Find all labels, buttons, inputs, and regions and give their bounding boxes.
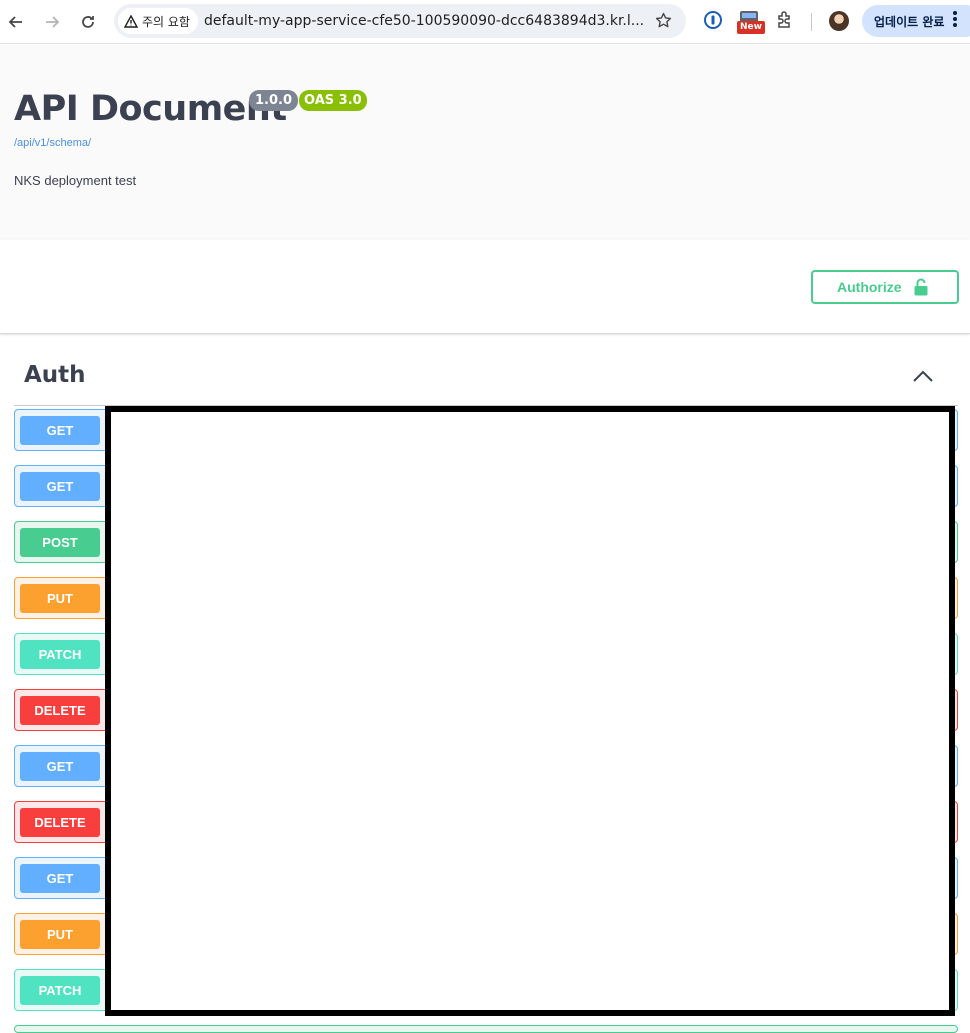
browser-menu-icon[interactable]: [953, 11, 957, 29]
profile-avatar[interactable]: [829, 11, 849, 31]
address-bar[interactable]: 주의 요함 default-my-app-service-cfe50-10059…: [114, 4, 686, 38]
method-badge: GET: [20, 864, 100, 893]
authorize-button[interactable]: Authorize: [811, 270, 959, 304]
oas-badge: OAS 3.0: [299, 90, 367, 111]
update-button-label: 업데이트 완료: [874, 14, 945, 29]
api-description: NKS deployment test: [14, 173, 137, 188]
scheme-container: Authorize: [0, 240, 970, 334]
method-badge: PUT: [20, 584, 100, 613]
method-badge: POST: [20, 528, 100, 557]
method-badge: GET: [20, 472, 100, 501]
schema-link[interactable]: /api/v1/schema/: [14, 137, 91, 149]
method-badge: GET: [20, 752, 100, 781]
extensions-puzzle-icon[interactable]: [776, 10, 795, 33]
security-chip-label: 주의 요함: [142, 14, 190, 29]
version-badge: 1.0.0: [249, 90, 299, 111]
redaction-box: [105, 406, 955, 1016]
bookmark-star-icon[interactable]: [655, 12, 672, 33]
reload-icon: [82, 16, 94, 28]
url-text[interactable]: default-my-app-service-cfe50-100590090-d…: [204, 13, 644, 29]
toolbar-separator: [811, 13, 812, 31]
method-badge: DELETE: [20, 808, 100, 837]
forward-button[interactable]: [38, 8, 66, 36]
browser-toolbar: 주의 요함 default-my-app-service-cfe50-10059…: [0, 0, 970, 44]
security-chip[interactable]: 주의 요함: [118, 8, 198, 34]
reload-button[interactable]: [74, 8, 102, 36]
method-badge: GET: [20, 416, 100, 445]
arrow-right-icon: [46, 16, 60, 28]
arrow-left-icon: [8, 16, 22, 28]
password-manager-icon[interactable]: [703, 10, 723, 34]
operation-row[interactable]: [14, 1025, 958, 1033]
method-badge: PUT: [20, 920, 100, 949]
authorize-button-label: Authorize: [837, 279, 902, 295]
method-badge: PATCH: [20, 976, 100, 1005]
unlock-icon: [914, 278, 928, 296]
method-badge: PATCH: [20, 640, 100, 669]
api-info-section: API Document 1.0.0 OAS 3.0 /api/v1/schem…: [0, 45, 970, 240]
page-title: API Document: [14, 89, 287, 129]
chevron-up-icon[interactable]: [912, 368, 934, 387]
tag-section-auth[interactable]: Auth: [14, 356, 958, 406]
method-badge: DELETE: [20, 696, 100, 725]
tag-title: Auth: [24, 362, 86, 388]
back-button[interactable]: [2, 8, 30, 36]
warning-icon: [124, 14, 138, 28]
new-badge: New: [737, 21, 765, 34]
